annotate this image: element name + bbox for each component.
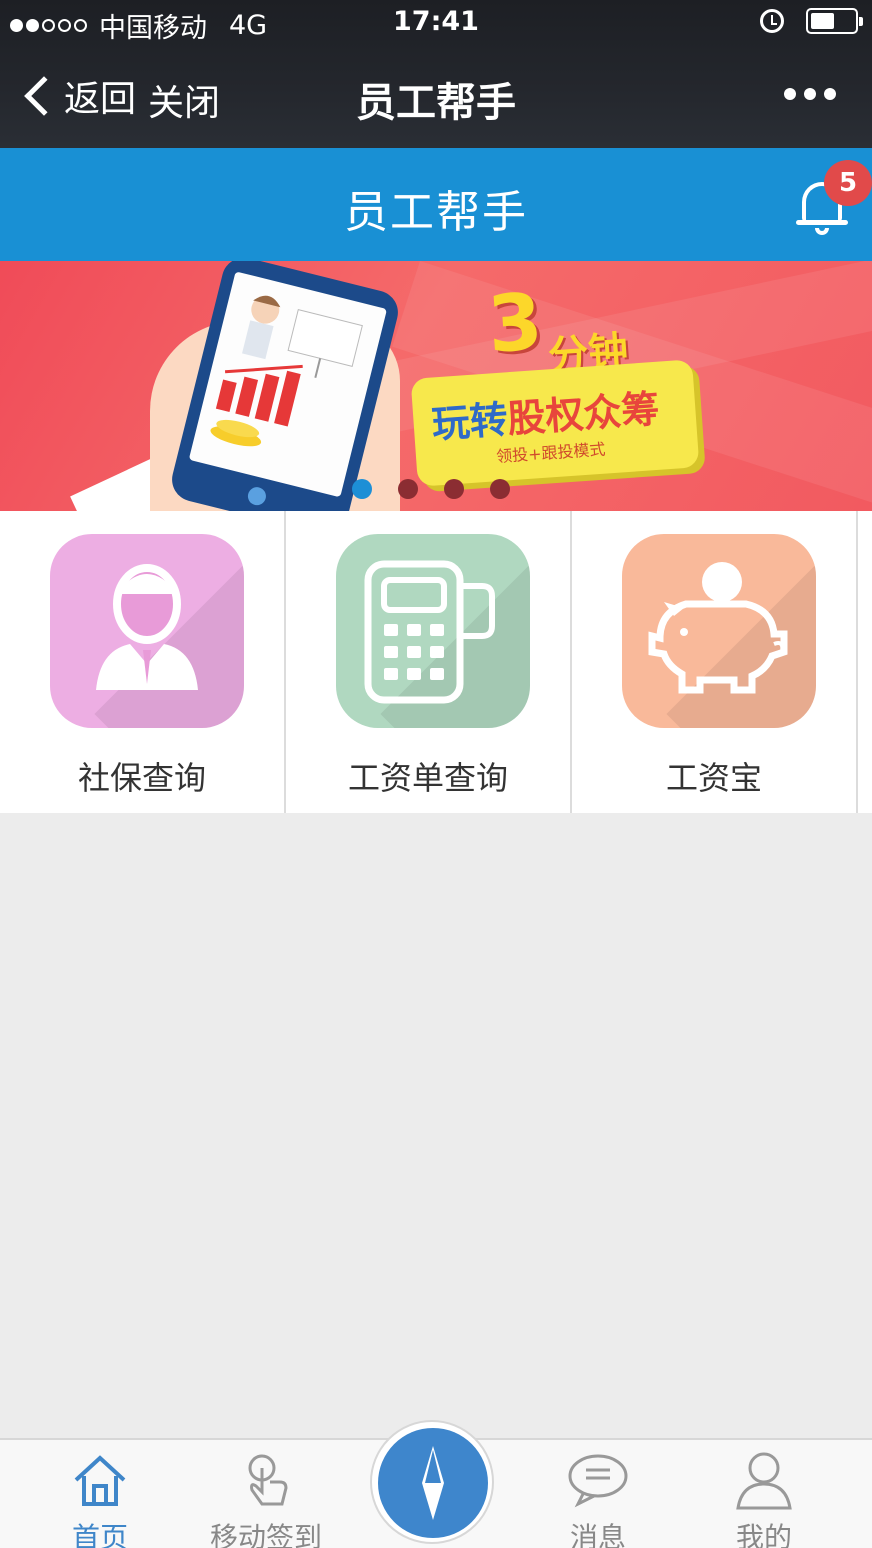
service-social-security[interactable]: 社保查询 bbox=[0, 511, 286, 813]
user-icon bbox=[736, 1452, 792, 1510]
status-right bbox=[760, 8, 863, 34]
banner-board: 玩转股权众筹 领投+跟投模式 bbox=[410, 359, 700, 487]
status-time: 17:41 bbox=[393, 6, 479, 37]
chat-bubble-icon bbox=[568, 1454, 628, 1508]
service-label: 工资单查询 bbox=[347, 759, 508, 797]
nav-title: 员工帮手 bbox=[356, 80, 516, 126]
pos-terminal-icon bbox=[364, 560, 495, 704]
tab-messages[interactable]: 消息 bbox=[528, 1440, 668, 1548]
piggy-bank-icon bbox=[648, 562, 788, 694]
service-label: 工资宝 bbox=[665, 759, 762, 797]
banner-main-text: 玩转股权众筹 bbox=[430, 386, 661, 447]
service-salary-treasure[interactable]: 工资宝 bbox=[572, 511, 858, 813]
tab-label: 我的 bbox=[735, 1521, 792, 1548]
center-compass-button[interactable] bbox=[370, 1420, 494, 1544]
service-tile bbox=[336, 534, 530, 728]
service-payslip[interactable]: 工资单查询 bbox=[286, 511, 572, 813]
app-header: 员工帮手 bbox=[0, 148, 872, 261]
status-bar: 中国移动 4G 17:41 bbox=[0, 0, 872, 44]
carousel-dot[interactable] bbox=[352, 479, 372, 499]
carousel-dot[interactable] bbox=[490, 479, 510, 499]
home-icon bbox=[74, 1455, 126, 1506]
page-title: 员工帮手 bbox=[344, 187, 528, 238]
service-label: 社保查询 bbox=[77, 759, 206, 797]
carousel-dot[interactable] bbox=[398, 479, 418, 499]
battery-icon bbox=[806, 8, 863, 34]
carousel-dot[interactable] bbox=[444, 479, 464, 499]
person-icon bbox=[96, 564, 198, 690]
wechat-top-bar: 中国移动 4G 17:41 返回 关闭 员工帮手 bbox=[0, 0, 872, 148]
carousel-indicator bbox=[352, 479, 510, 499]
tab-label: 移动签到 bbox=[209, 1521, 322, 1548]
service-tile bbox=[622, 534, 816, 728]
service-tile bbox=[50, 534, 244, 728]
tap-hand-icon bbox=[248, 1454, 288, 1506]
banner-headline-number: 3 bbox=[484, 277, 546, 371]
tab-label: 首页 bbox=[71, 1521, 128, 1548]
wechat-nav-bar: 返回 关闭 员工帮手 bbox=[0, 50, 872, 146]
compass-icon bbox=[422, 1446, 444, 1520]
tab-home[interactable]: 首页 bbox=[30, 1440, 170, 1548]
tab-mine[interactable]: 我的 bbox=[694, 1440, 834, 1548]
tab-mobile-checkin[interactable]: 移动签到 bbox=[196, 1440, 336, 1548]
promo-banner[interactable]: 3 分钟 玩转股权众筹 领投+跟投模式 bbox=[0, 261, 872, 511]
notification-badge: 5 bbox=[824, 160, 872, 206]
alarm-icon bbox=[760, 9, 784, 33]
service-grid: 社保查询 工资单查询 工资宝 bbox=[0, 511, 872, 813]
tab-label: 消息 bbox=[569, 1521, 626, 1548]
more-options-icon[interactable] bbox=[784, 88, 836, 100]
